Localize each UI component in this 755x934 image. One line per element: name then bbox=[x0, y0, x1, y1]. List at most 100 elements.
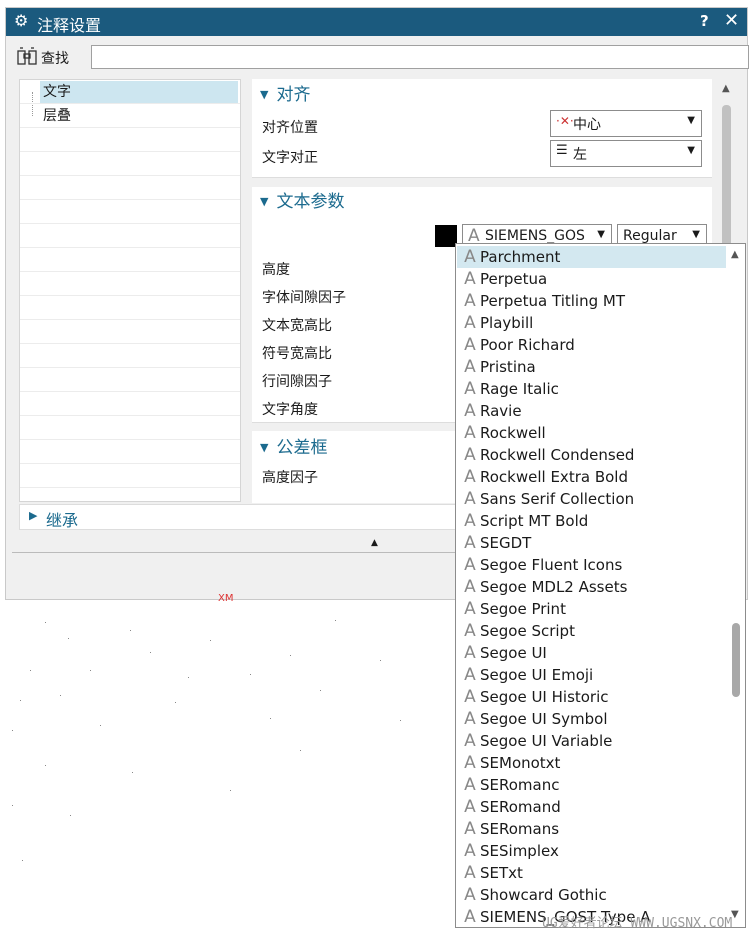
scroll-up-icon[interactable]: ▲ bbox=[731, 249, 739, 260]
font-option[interactable]: A Segoe Print bbox=[457, 598, 726, 620]
font-option[interactable]: A Rockwell bbox=[457, 422, 726, 444]
collapse-up-icon[interactable]: ▲ bbox=[371, 538, 378, 548]
font-option[interactable]: A Pristina bbox=[457, 356, 726, 378]
align-left-icon: ☰ bbox=[556, 143, 568, 158]
font-option[interactable]: A SERomanc bbox=[457, 774, 726, 796]
tree-row bbox=[20, 320, 240, 344]
font-a-icon: A bbox=[464, 863, 476, 883]
font-option[interactable]: A SETxt bbox=[457, 862, 726, 884]
align-position-label: 对齐位置 bbox=[262, 120, 318, 136]
font-option-label: Perpetua Titling MT bbox=[480, 292, 625, 310]
font-option[interactable]: A SERomand bbox=[457, 796, 726, 818]
font-dropdown-list[interactable]: A Parchment A Perpetua A Perpetua Titling M… bbox=[455, 243, 746, 928]
font-option[interactable]: A Segoe Fluent Icons bbox=[457, 554, 726, 576]
font-option[interactable]: A Segoe UI Historic bbox=[457, 686, 726, 708]
tree-row bbox=[20, 392, 240, 416]
font-option-label: Showcard Gothic bbox=[480, 886, 607, 904]
expand-right-icon: ▶ bbox=[29, 509, 38, 522]
font-option-label: SERomans bbox=[480, 820, 560, 838]
font-option-label: Rage Italic bbox=[480, 380, 559, 398]
tree-item-text[interactable]: 文字 bbox=[40, 81, 238, 103]
font-option-label: Segoe UI Emoji bbox=[480, 666, 594, 684]
close-button[interactable]: ✕ bbox=[724, 10, 739, 31]
font-style-value: Regular bbox=[623, 228, 677, 244]
find-input[interactable] bbox=[91, 45, 749, 69]
font-option-label: Parchment bbox=[480, 248, 561, 266]
font-option[interactable]: A Segoe UI bbox=[457, 642, 726, 664]
category-tree: 文字 层叠 bbox=[19, 79, 241, 502]
font-a-icon: A bbox=[464, 467, 476, 487]
font-a-icon: A bbox=[464, 687, 476, 707]
font-option[interactable]: A Playbill bbox=[457, 312, 726, 334]
font-option[interactable]: A SERomans bbox=[457, 818, 726, 840]
font-option[interactable]: A Script MT Bold bbox=[457, 510, 726, 532]
text-params-section-header[interactable]: ▼ 文本参数 bbox=[260, 187, 344, 212]
tree-row bbox=[20, 200, 240, 224]
font-option[interactable]: A SEGDT bbox=[457, 532, 726, 554]
font-option[interactable]: A Ravie bbox=[457, 400, 726, 422]
font-option[interactable]: A Segoe Script bbox=[457, 620, 726, 642]
font-option[interactable]: A Rockwell Condensed bbox=[457, 444, 726, 466]
font-option[interactable]: A Segoe UI Emoji bbox=[457, 664, 726, 686]
help-button[interactable]: ? bbox=[700, 12, 709, 30]
tree-row bbox=[20, 296, 240, 320]
font-a-icon: A bbox=[464, 423, 476, 443]
font-option-label: SETxt bbox=[480, 864, 523, 882]
find-label: 查找 bbox=[41, 51, 69, 67]
font-option[interactable]: A Segoe MDL2 Assets bbox=[457, 576, 726, 598]
center-align-icon: ·✕· bbox=[556, 114, 574, 128]
font-option[interactable]: A Rage Italic bbox=[457, 378, 726, 400]
font-a-icon: A bbox=[464, 511, 476, 531]
tolerance-section-header[interactable]: ▼ 公差框 bbox=[260, 433, 327, 458]
watermark: UG爱好者论坛 WWW.UGSNX.COM bbox=[542, 916, 733, 931]
font-a-icon: A bbox=[464, 577, 476, 597]
font-a-icon: A bbox=[464, 445, 476, 465]
text-justify-value: 左 bbox=[573, 147, 587, 163]
font-a-icon: A bbox=[464, 775, 476, 795]
font-a-icon: A bbox=[464, 555, 476, 575]
text-aspect-label: 文本宽高比 bbox=[262, 318, 332, 334]
font-option-label: Poor Richard bbox=[480, 336, 575, 354]
tree-row bbox=[20, 440, 240, 464]
chevron-down-icon: ▼ bbox=[692, 229, 700, 240]
font-option-label: Segoe UI Variable bbox=[480, 732, 613, 750]
font-option[interactable]: A Poor Richard bbox=[457, 334, 726, 356]
font-option[interactable]: A Sans Serif Collection bbox=[457, 488, 726, 510]
font-option-label: SESimplex bbox=[480, 842, 559, 860]
expand-down-icon: ▼ bbox=[260, 441, 269, 454]
font-option[interactable]: A Segoe UI Symbol bbox=[457, 708, 726, 730]
align-position-select[interactable]: ·✕· 中心 ▼ bbox=[550, 110, 702, 137]
tree-row bbox=[20, 344, 240, 368]
font-a-icon: A bbox=[464, 489, 476, 509]
font-a-icon: A bbox=[464, 731, 476, 751]
font-option[interactable]: A Segoe UI Variable bbox=[457, 730, 726, 752]
align-section-header[interactable]: ▼ 对齐 bbox=[260, 80, 310, 105]
scroll-up-icon[interactable]: ▲ bbox=[722, 83, 730, 94]
font-option[interactable]: A SESimplex bbox=[457, 840, 726, 862]
font-option[interactable]: A Perpetua Titling MT bbox=[457, 290, 726, 312]
font-a-icon: A bbox=[464, 841, 476, 861]
text-justify-select[interactable]: ☰ 左 ▼ bbox=[550, 140, 702, 167]
tree-item-stacking[interactable]: 层叠 bbox=[40, 105, 238, 127]
font-select-value: SIEMENS_GOS bbox=[485, 228, 585, 244]
text-color-swatch[interactable] bbox=[435, 225, 457, 247]
font-a-icon: A bbox=[464, 379, 476, 399]
font-option[interactable]: A Showcard Gothic bbox=[457, 884, 726, 906]
scroll-thumb[interactable] bbox=[732, 623, 740, 697]
font-list-scrollbar[interactable]: ▲ ▼ bbox=[728, 244, 745, 927]
font-option[interactable]: A Perpetua bbox=[457, 268, 726, 290]
font-option-label: Script MT Bold bbox=[480, 512, 589, 530]
font-option[interactable]: A Parchment bbox=[457, 246, 726, 268]
font-a-icon: A bbox=[464, 247, 476, 267]
font-option[interactable]: A Rockwell Extra Bold bbox=[457, 466, 726, 488]
tolerance-section-title: 公差框 bbox=[276, 438, 328, 458]
text-params-section-title: 文本参数 bbox=[276, 192, 345, 212]
font-option-label: Segoe Print bbox=[480, 600, 566, 618]
dialog-title: 注释设置 bbox=[37, 16, 102, 35]
chevron-down-icon: ▼ bbox=[687, 145, 695, 156]
tree-row bbox=[20, 368, 240, 392]
text-justify-label: 文字对正 bbox=[262, 150, 318, 166]
font-a-icon: A bbox=[464, 643, 476, 663]
chevron-down-icon: ▼ bbox=[687, 115, 695, 126]
font-option[interactable]: A SEMonotxt bbox=[457, 752, 726, 774]
